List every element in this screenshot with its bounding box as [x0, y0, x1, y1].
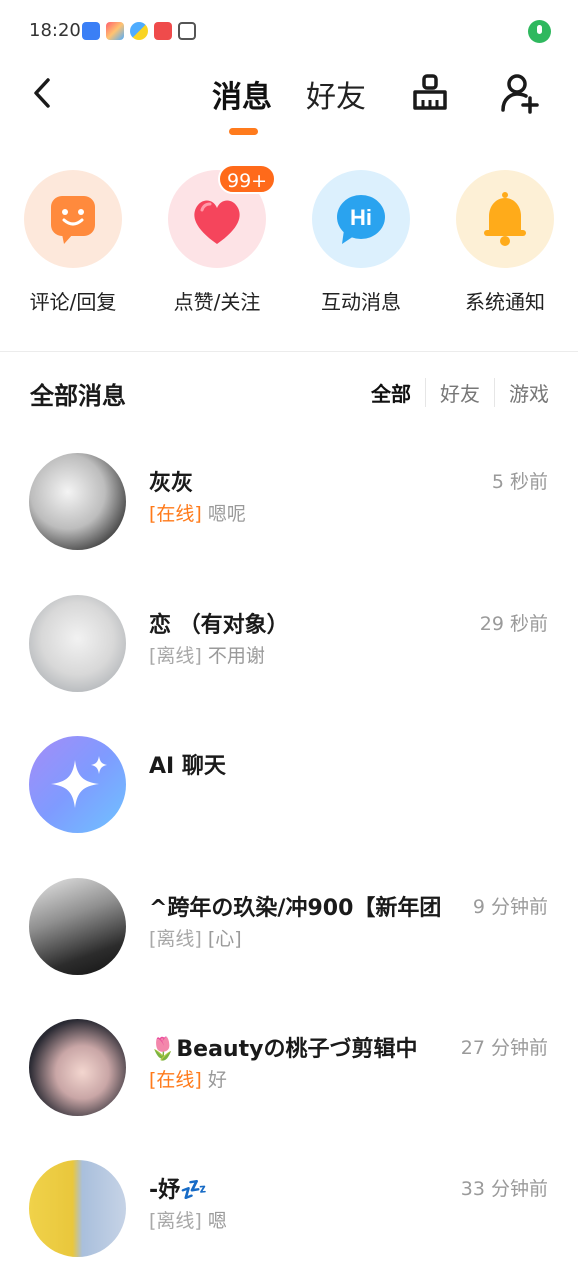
avatar[interactable]: [29, 453, 126, 550]
online-status: [在线]: [149, 503, 202, 525]
contact-name: ^跨年の玖染/冲900【新年团: [149, 896, 442, 921]
hi-bubble-icon: Hi: [312, 170, 410, 268]
bell-icon: [456, 170, 554, 268]
message-time: 33 分钟前: [460, 1178, 548, 1200]
message-preview: [离线] 不用谢: [149, 641, 265, 668]
filter-friends[interactable]: 好友: [425, 378, 494, 407]
message-time: 5 秒前: [491, 471, 548, 493]
category-comments[interactable]: 评论/回复: [3, 170, 143, 315]
message-time: 27 分钟前: [460, 1037, 548, 1059]
message-text: 好: [207, 1069, 227, 1091]
message-preview: [在线] 好: [149, 1065, 227, 1092]
category-interactions[interactable]: Hi 互动消息: [291, 170, 431, 315]
contact-name: AI 聊天: [149, 754, 226, 779]
app-store-icon: [106, 22, 124, 40]
message-preview: [离线] [心]: [149, 924, 242, 951]
tab-indicator: [229, 128, 258, 135]
message-item[interactable]: 恋 （有对象） 29 秒前 [离线] 不用谢: [0, 595, 578, 715]
message-item[interactable]: ^跨年の玖染/冲900【新年团 9 分钟前 [离线] [心]: [0, 878, 578, 998]
svg-text:Hi: Hi: [350, 205, 372, 230]
message-text: 嗯呢: [207, 503, 246, 525]
back-arrow-icon[interactable]: [30, 76, 56, 110]
message-text: 嗯: [207, 1210, 227, 1232]
category-system[interactable]: 系统通知: [435, 170, 575, 315]
clean-broom-icon[interactable]: [410, 72, 450, 114]
message-preview: [在线] 嗯呢: [149, 499, 246, 526]
message-time: 9 分钟前: [472, 896, 548, 918]
status-icons: [82, 22, 196, 40]
avatar[interactable]: [29, 595, 126, 692]
message-preview: [离线] 嗯: [149, 1206, 227, 1233]
app-notification-icon: [82, 22, 100, 40]
avatar[interactable]: [29, 1019, 126, 1116]
message-item-ai[interactable]: AI 聊天: [0, 736, 578, 856]
message-item[interactable]: 灰灰 5 秒前 [在线] 嗯呢: [0, 453, 578, 573]
status-time: 18:20: [29, 20, 81, 41]
add-friend-icon[interactable]: [500, 72, 540, 114]
category-label: 评论/回复: [29, 290, 117, 314]
section-divider: [0, 351, 578, 352]
mail-icon: [154, 22, 172, 40]
ai-sparkle-icon[interactable]: [29, 736, 126, 833]
hand-icon: [178, 22, 196, 40]
offline-status: [离线]: [149, 928, 202, 950]
message-item[interactable]: -妤💤 33 分钟前 [离线] 嗯: [0, 1160, 578, 1280]
contact-name: 恋 （有对象）: [149, 613, 289, 638]
message-item[interactable]: 🌷Beautyの桃子づ剪辑中 27 分钟前 [在线] 好: [0, 1019, 578, 1139]
unread-badge: 99+: [218, 164, 277, 194]
offline-status: [离线]: [149, 1210, 202, 1232]
tab-messages[interactable]: 消息: [212, 72, 272, 116]
avatar[interactable]: [29, 1160, 126, 1257]
message-filters: 全部 好友 游戏: [357, 378, 549, 407]
filter-games[interactable]: 游戏: [494, 378, 549, 407]
header-nav: 消息 好友: [0, 62, 578, 142]
status-bar: 18:20: [0, 0, 578, 62]
message-time: 29 秒前: [479, 613, 548, 635]
avatar[interactable]: [29, 878, 126, 975]
category-row: 评论/回复 点赞/关注 99+ Hi 互动消息 系统通知: [0, 164, 578, 320]
category-label: 互动消息: [321, 290, 401, 314]
message-text: 不用谢: [207, 645, 265, 667]
online-status: [在线]: [149, 1069, 202, 1091]
offline-status: [离线]: [149, 645, 202, 667]
pinwheel-icon: [130, 22, 148, 40]
contact-name: -妤💤: [149, 1178, 208, 1203]
contact-name: 灰灰: [149, 471, 194, 496]
filter-all[interactable]: 全部: [357, 378, 425, 407]
tab-friends[interactable]: 好友: [306, 72, 366, 116]
category-label: 系统通知: [465, 290, 545, 314]
message-text: [心]: [207, 928, 242, 950]
category-label: 点赞/关注: [173, 290, 261, 314]
microphone-icon: [528, 20, 551, 43]
section-title: 全部消息: [30, 382, 126, 410]
smile-chat-icon: [24, 170, 122, 268]
contact-name: 🌷Beautyの桃子づ剪辑中: [149, 1037, 418, 1062]
